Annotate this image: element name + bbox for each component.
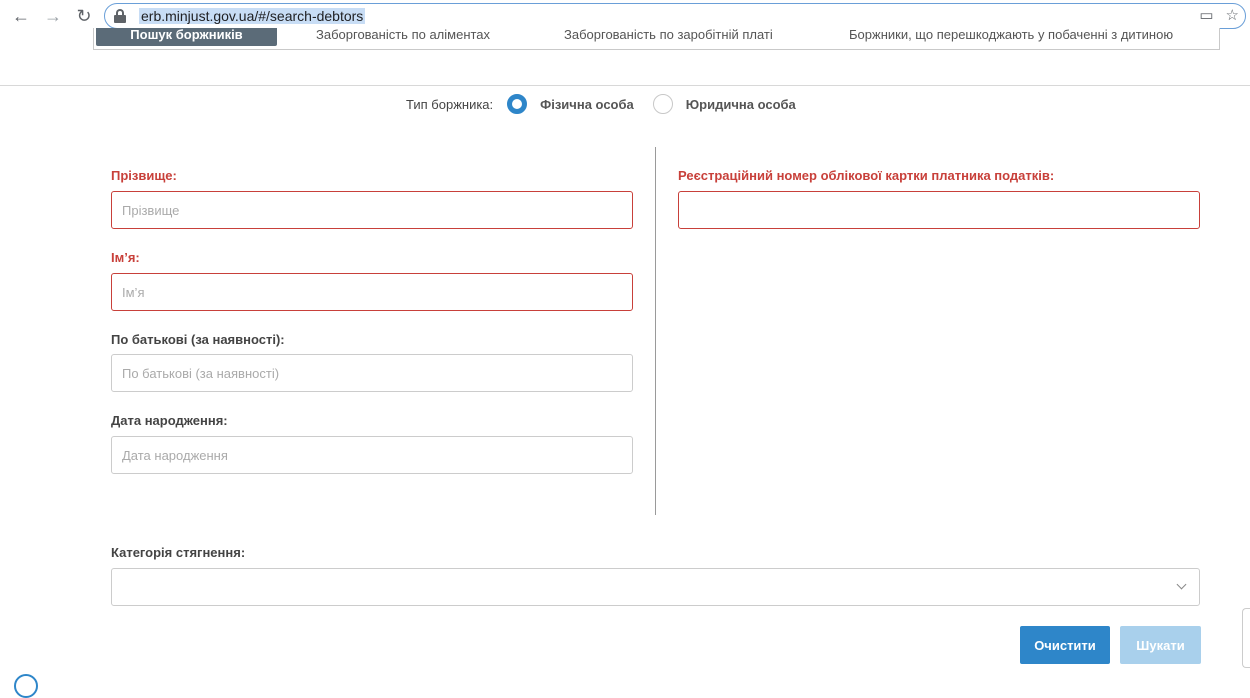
birthdate-input[interactable]: Дата народження bbox=[111, 436, 633, 474]
tax-id-label: Реєстраційний номер облікової картки пла… bbox=[678, 168, 1055, 183]
patronymic-input[interactable]: По батькові (за наявності) bbox=[111, 354, 633, 392]
star-icon[interactable]: ☆ bbox=[1226, 6, 1239, 24]
url-actions: ▭ ☆ bbox=[1199, 6, 1239, 24]
surname-label: Прізвище: bbox=[111, 168, 177, 183]
url-text[interactable]: erb.minjust.gov.ua/#/search-debtors bbox=[139, 8, 366, 24]
radio-legal-entity-label[interactable]: Юридична особа bbox=[686, 97, 796, 112]
radio-individual-label[interactable]: Фізична особа bbox=[540, 97, 634, 112]
reload-icon[interactable]: ↻ bbox=[69, 1, 99, 31]
chevron-down-icon[interactable] bbox=[1176, 579, 1187, 590]
patronymic-label: По батькові (за наявності): bbox=[111, 332, 285, 347]
search-button[interactable]: Шукати bbox=[1120, 626, 1201, 664]
help-icon[interactable] bbox=[14, 674, 38, 698]
radio-individual[interactable] bbox=[507, 94, 528, 114]
scrollbar[interactable] bbox=[1242, 608, 1250, 668]
debtor-type-label: Тип боржника: bbox=[406, 96, 494, 112]
surname-input[interactable]: Прізвище bbox=[111, 191, 633, 229]
lock-icon[interactable] bbox=[113, 9, 127, 23]
category-label: Категорія стягнення: bbox=[111, 545, 246, 560]
name-input[interactable]: Ім’я bbox=[111, 273, 633, 311]
tab-alimony-debt[interactable]: Заборгованість по аліментах bbox=[316, 28, 490, 46]
radio-legal-entity[interactable] bbox=[652, 94, 673, 114]
birthdate-label: Дата народження: bbox=[111, 413, 228, 428]
tab-search-debtors[interactable]: Пошук боржників bbox=[96, 28, 277, 46]
address-bar[interactable]: erb.minjust.gov.ua/#/search-debtors ▭ ☆ bbox=[104, 3, 1246, 29]
debtor-type-group: Тип боржника: Фізична особа Юридична осо… bbox=[406, 93, 815, 115]
tab-child-visitation[interactable]: Боржники, що перешкоджають у побаченні з… bbox=[849, 28, 1173, 46]
clear-button[interactable]: Очистити bbox=[1020, 626, 1110, 664]
arrow-left-icon[interactable]: ← bbox=[6, 1, 36, 31]
tab-salary-debt[interactable]: Заборгованість по заробітній платі bbox=[564, 28, 773, 46]
tax-id-input[interactable] bbox=[678, 191, 1200, 229]
search-tabs: Пошук боржників Заборгованість по алімен… bbox=[93, 28, 1220, 50]
name-label: Ім’я: bbox=[111, 250, 140, 265]
divider bbox=[0, 85, 1250, 86]
column-divider bbox=[655, 147, 656, 515]
cast-icon[interactable]: ▭ bbox=[1199, 6, 1213, 24]
arrow-right-icon[interactable]: → bbox=[38, 1, 68, 31]
category-select[interactable] bbox=[111, 568, 1200, 606]
